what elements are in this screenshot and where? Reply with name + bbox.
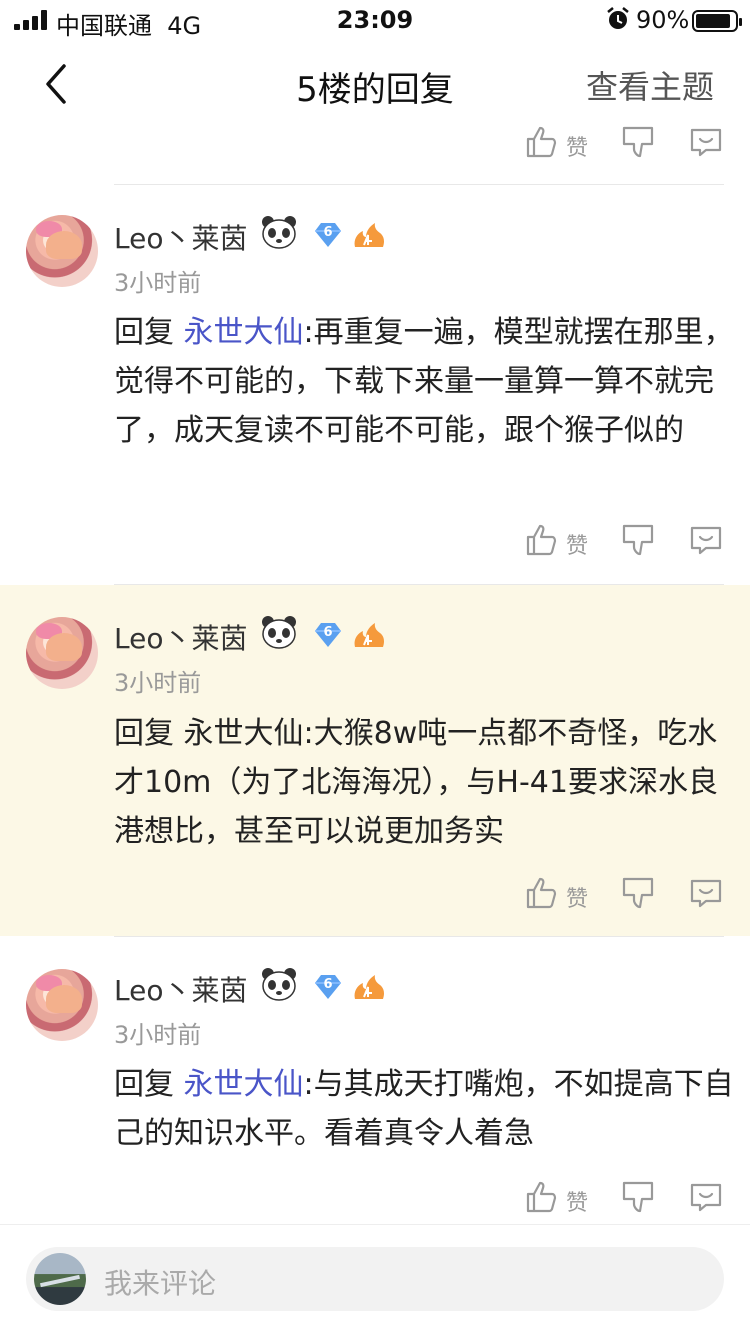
- avatar[interactable]: [26, 969, 98, 1041]
- action-row: 赞: [520, 875, 730, 915]
- avatar[interactable]: [26, 617, 98, 689]
- view-topic-button[interactable]: 查看主题: [586, 62, 714, 108]
- flame-badge-icon: [354, 223, 384, 247]
- reply-icon: [690, 526, 722, 555]
- reply-icon: [690, 128, 722, 157]
- dislike-icon: [622, 524, 654, 556]
- like-label: 赞: [566, 1191, 589, 1216]
- like-icon: [526, 877, 557, 909]
- level-badge: 6: [310, 621, 346, 649]
- like-icon: [526, 1181, 557, 1213]
- like-button[interactable]: 赞: [524, 1179, 588, 1216]
- battery-icon: [692, 10, 742, 32]
- flame-badge-icon: [354, 975, 384, 999]
- level-badge: 6: [310, 221, 346, 249]
- panda-emoji-icon: [262, 968, 296, 1001]
- dislike-button[interactable]: [620, 522, 656, 558]
- like-label: 赞: [566, 534, 589, 559]
- mention-text[interactable]: 永世大仙: [184, 716, 304, 751]
- status-bar: 中国联通 4G 23:09 90%: [0, 0, 750, 40]
- alarm-icon: [607, 7, 629, 29]
- panda-emoji-icon: [262, 216, 296, 249]
- reply-button[interactable]: [688, 522, 724, 558]
- like-button[interactable]: 赞: [524, 124, 588, 161]
- reply-button[interactable]: [688, 124, 724, 160]
- username[interactable]: Leo丶莱茵: [114, 617, 247, 657]
- reply-icon: [690, 879, 722, 908]
- comment-item-highlighted: Leo丶莱茵 6 3小时前 回复 永世大仙:大猴8w吨一点都不奇怪，吃水才10m…: [0, 585, 750, 936]
- comment-placeholder: 我来评论: [104, 1267, 217, 1300]
- dislike-icon: [622, 877, 654, 909]
- like-button[interactable]: 赞: [524, 875, 588, 912]
- reply-button[interactable]: [688, 875, 724, 911]
- dislike-button[interactable]: [620, 1179, 656, 1215]
- timestamp: 3小时前: [114, 1021, 202, 1049]
- dislike-button[interactable]: [620, 875, 656, 911]
- reply-button[interactable]: [688, 1179, 724, 1215]
- dislike-button[interactable]: [620, 124, 656, 160]
- username[interactable]: Leo丶莱茵: [114, 217, 247, 257]
- avatar[interactable]: [26, 215, 98, 287]
- action-row: 赞: [520, 1179, 730, 1219]
- like-label: 赞: [566, 887, 589, 912]
- comment-text: 回复 永世大仙:再重复一遍，模型就摆在那里，觉得不可能的，下载下来量一量算一算不…: [114, 315, 734, 448]
- mention-link[interactable]: 永世大仙: [184, 1067, 304, 1102]
- timestamp: 3小时前: [114, 669, 202, 697]
- level-badge: 6: [310, 973, 346, 1001]
- comment-input[interactable]: 我来评论: [26, 1247, 724, 1311]
- nav-bar: 5楼的回复 查看主题: [0, 40, 750, 128]
- action-row: 赞: [520, 124, 730, 164]
- comment-text: 回复 永世大仙:大猴8w吨一点都不奇怪，吃水才10m（为了北海海况），与H-41…: [114, 716, 718, 849]
- current-user-avatar: [34, 1253, 86, 1305]
- panda-emoji-icon: [262, 616, 296, 649]
- dislike-icon: [622, 126, 654, 158]
- reply-icon: [690, 1183, 722, 1212]
- comment-text: 回复 永世大仙:与其成天打嘴炮，不如提高下自己的知识水平。看着真令人着急: [114, 1067, 734, 1151]
- like-icon: [526, 126, 557, 158]
- action-row: 赞: [520, 522, 730, 562]
- battery-percent: 90%: [636, 6, 690, 34]
- like-label: 赞: [566, 136, 589, 161]
- like-icon: [526, 524, 557, 556]
- comment-item: Leo丶莱茵 6 3小时前 回复 永世大仙:与其成天打嘴炮，不如提高下自己的知识…: [0, 937, 750, 1224]
- username[interactable]: Leo丶莱茵: [114, 969, 247, 1009]
- mention-link[interactable]: 永世大仙: [184, 315, 304, 350]
- timestamp: 3小时前: [114, 269, 202, 297]
- comment-composer-bar: 我来评论: [0, 1224, 750, 1334]
- like-button[interactable]: 赞: [524, 522, 588, 559]
- dislike-icon: [622, 1181, 654, 1213]
- flame-badge-icon: [354, 623, 384, 647]
